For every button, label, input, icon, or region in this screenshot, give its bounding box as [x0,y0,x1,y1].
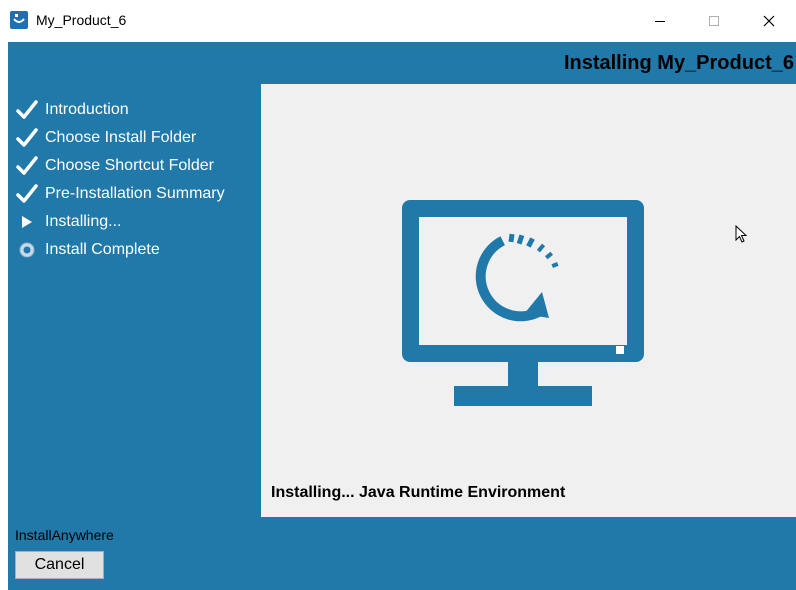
install-status-text: Installing... Java Runtime Environment [271,484,566,501]
title-bar: My_Product_6 [0,0,796,42]
checkmark-icon [16,100,38,120]
step-choose-shortcut-folder: Choose Shortcut Folder [16,152,225,180]
step-label: Introduction [45,101,129,118]
step-label: Choose Install Folder [45,129,197,146]
installanywhere-label: InstallAnywhere [15,527,114,543]
checkmark-icon [16,184,38,204]
monitor-install-icon [402,200,644,411]
step-list: Introduction Choose Install Folder Choos… [16,96,225,264]
page-title: Installing My_Product_6 [563,52,794,74]
step-choose-install-folder: Choose Install Folder [16,124,225,152]
mouse-pointer-icon [735,224,749,250]
close-button[interactable] [746,0,792,42]
checkmark-icon [16,156,38,176]
minimize-button[interactable] [637,0,683,42]
step-label: Installing... [45,213,122,230]
step-pre-installation-summary: Pre-Installation Summary [16,180,225,208]
step-label: Pre-Installation Summary [45,185,225,202]
cancel-button[interactable]: Cancel [15,551,104,579]
checkmark-icon [16,128,38,148]
arrow-right-icon [16,212,38,232]
radio-dot-icon [16,240,38,260]
step-installing: Installing... [16,208,225,236]
window-title: My_Product_6 [36,12,127,28]
step-label: Choose Shortcut Folder [45,157,214,174]
maximize-button[interactable] [691,0,737,42]
app-icon [10,11,28,29]
step-label: Install Complete [45,241,160,258]
step-install-complete: Install Complete [16,236,225,264]
installer-body: Installing My_Product_6 Introduction Cho… [8,42,796,590]
content-panel: Installing... Java Runtime Environment [261,84,796,517]
step-introduction: Introduction [16,96,225,124]
